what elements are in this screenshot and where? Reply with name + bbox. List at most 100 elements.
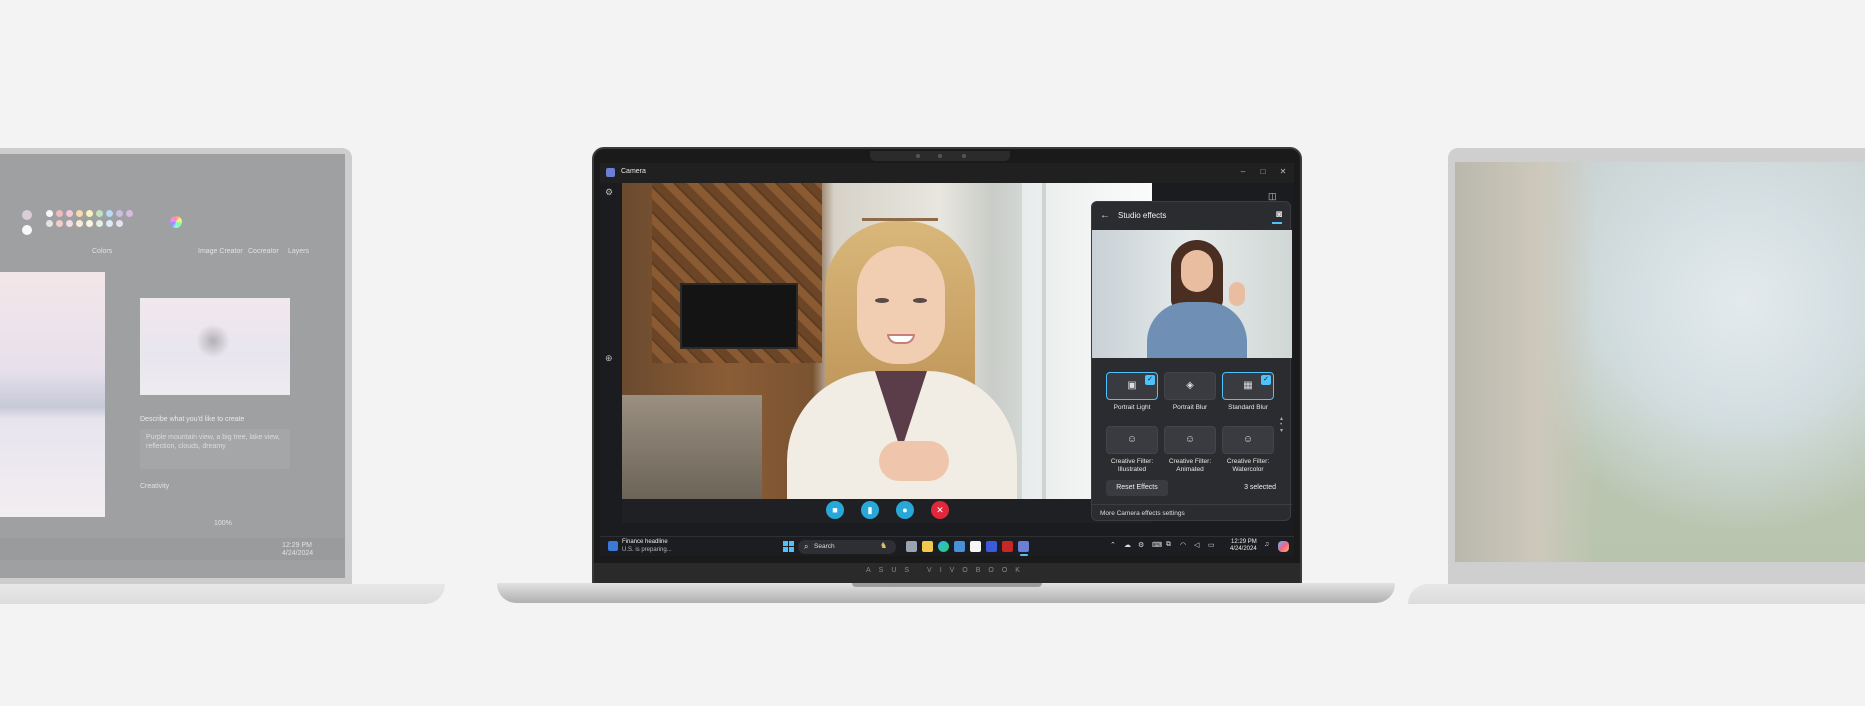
color-swatch: [126, 210, 133, 217]
title-bar: Camera – □ ✕: [600, 163, 1294, 183]
effect-portrait-light[interactable]: ▣ ✓: [1106, 372, 1158, 400]
studio-effects-panel: ← Studio effects ◙ ▣ ✓ ◈ ▦ ✓ Portrait Li…: [1091, 201, 1292, 521]
file-explorer-icon[interactable]: [922, 541, 933, 552]
video-call-button[interactable]: ■: [826, 501, 844, 519]
effect-creative-watercolor[interactable]: ☺: [1222, 426, 1274, 454]
effect-label: Creative Filter: Illustrated: [1110, 458, 1154, 473]
preview-face: [1181, 250, 1213, 292]
effect-portrait-blur[interactable]: ◈: [1164, 372, 1216, 400]
color-swatch: [46, 210, 53, 217]
taskbar-search[interactable]: ⌕ Search ♞: [798, 540, 896, 554]
news-headline[interactable]: Finance headline: [622, 539, 668, 545]
left-laptop: Colors Image Creator Cocreator Layers De…: [0, 148, 445, 604]
person-on-call: [787, 221, 1017, 499]
more-camera-settings-link[interactable]: More Camera effects settings: [1100, 510, 1185, 517]
generated-image-thumbnail: [140, 298, 290, 395]
effect-label: Portrait Blur: [1172, 404, 1208, 411]
effects-scroll-arrows[interactable]: ▴ • ▾: [1280, 416, 1283, 434]
effects-preview: [1092, 230, 1292, 358]
illustrated-filter-icon: ☺: [1126, 434, 1138, 445]
checkbox-checked-icon: ✓: [1261, 375, 1271, 385]
clock-time: 12:29 PM: [1231, 539, 1257, 545]
mcafee-icon[interactable]: [1002, 541, 1013, 552]
left-rail: ⚙ ⊕: [600, 183, 622, 523]
back-arrow-icon[interactable]: ←: [1100, 210, 1110, 221]
taskbar-clock[interactable]: 12:29 PM 4/24/2024: [1230, 539, 1257, 553]
store-icon[interactable]: [954, 541, 965, 552]
sofa: [622, 395, 762, 499]
laptop-screen: Camera – □ ✕ ⚙ ⊕ ■ ▮ ● ✕ ◫ ← Studio effe…: [600, 163, 1294, 556]
right-laptop: [1408, 148, 1865, 604]
color-wheel-icon: [170, 216, 182, 228]
chat-button[interactable]: ●: [896, 501, 914, 519]
copilot-icon[interactable]: [1278, 541, 1289, 552]
taskbar: Finance headline U.S. is preparing... ⌕ …: [600, 536, 1294, 556]
webcam-sensor: [938, 154, 942, 158]
effect-creative-illustrated[interactable]: ☺: [1106, 426, 1158, 454]
color-swatch: [96, 220, 103, 227]
end-call-button[interactable]: ✕: [931, 501, 949, 519]
color-swatch: [76, 220, 83, 227]
news-subtitle[interactable]: U.S. is preparing...: [622, 547, 672, 553]
minimize-button[interactable]: –: [1236, 167, 1250, 176]
news-widget-icon[interactable]: [608, 541, 618, 551]
palette-label: Colors: [92, 248, 113, 255]
search-highlight-icon: ♞: [880, 541, 888, 550]
color-swatch: [66, 210, 73, 217]
stats-button[interactable]: ▮: [861, 501, 879, 519]
notes-icon[interactable]: [970, 541, 981, 552]
watercolor-filter-icon: ☺: [1242, 434, 1254, 445]
bell-icon[interactable]: ♫: [1264, 541, 1269, 548]
language-icon[interactable]: ⧉: [1166, 541, 1171, 549]
prompt-input: Purple mountain view, a big tree, lake v…: [140, 429, 290, 469]
chevron-up-icon[interactable]: ⌃: [1110, 541, 1116, 549]
color-swatch: [46, 220, 53, 227]
effect-label: Creative Filter: Watercolor: [1226, 458, 1270, 473]
tv: [680, 283, 798, 349]
color-swatch: [86, 210, 93, 217]
camera-icon[interactable]: ◙: [1276, 209, 1282, 220]
gear-icon[interactable]: ⚙: [605, 187, 613, 198]
color-swatch: [56, 210, 63, 217]
keyboard-icon[interactable]: ⌨: [1152, 541, 1162, 549]
battery-icon[interactable]: ▭: [1208, 541, 1215, 549]
laptop-chin: ASUS VIVOBOOK: [594, 563, 1300, 583]
settings-tray-icon[interactable]: ⚙: [1138, 541, 1144, 549]
standard-blur-icon: ▦: [1243, 380, 1253, 391]
panel-title: Studio effects: [1118, 211, 1167, 220]
mouth: [887, 334, 915, 344]
webcam-light: [962, 154, 966, 158]
preview-person: [1137, 240, 1257, 358]
right-eye: [913, 298, 927, 303]
maximize-button[interactable]: □: [1256, 167, 1270, 176]
color-swatch-primary: [22, 210, 32, 220]
image-creator-label: Image Creator: [198, 248, 243, 255]
checkbox-checked-icon: ✓: [1145, 375, 1155, 385]
color-swatch: [86, 220, 93, 227]
layers-label: Layers: [288, 248, 310, 255]
left-taskbar-date: 4/24/2024: [282, 550, 314, 557]
hands: [879, 441, 949, 481]
volume-icon[interactable]: ◁: [1194, 541, 1199, 549]
windows-start-icon[interactable]: [783, 541, 794, 552]
creator-app-icon[interactable]: [986, 541, 997, 552]
close-button[interactable]: ✕: [1276, 167, 1290, 176]
preview-shirt: [1147, 302, 1247, 358]
video-icon: ■: [832, 505, 838, 515]
rock-cliff: [1455, 162, 1595, 562]
face: [857, 246, 945, 364]
color-swatch-secondary: [22, 225, 32, 235]
edge-icon[interactable]: [938, 541, 949, 552]
portrait-blur-icon: ◈: [1186, 380, 1194, 391]
reset-effects-button[interactable]: Reset Effects: [1106, 480, 1168, 496]
search-placeholder: Search: [814, 543, 835, 550]
wifi-icon[interactable]: ◠: [1180, 541, 1186, 549]
effect-creative-animated[interactable]: ☺: [1164, 426, 1216, 454]
task-view-icon[interactable]: [906, 541, 917, 552]
effect-standard-blur[interactable]: ▦ ✓: [1222, 372, 1274, 400]
camera-taskbar-icon[interactable]: [1018, 541, 1029, 552]
zoom-in-icon[interactable]: ⊕: [605, 353, 613, 364]
effect-label: Standard Blur: [1228, 404, 1268, 411]
cloud-icon[interactable]: ☁: [1124, 541, 1131, 549]
zoom-level: 100%: [214, 520, 232, 527]
